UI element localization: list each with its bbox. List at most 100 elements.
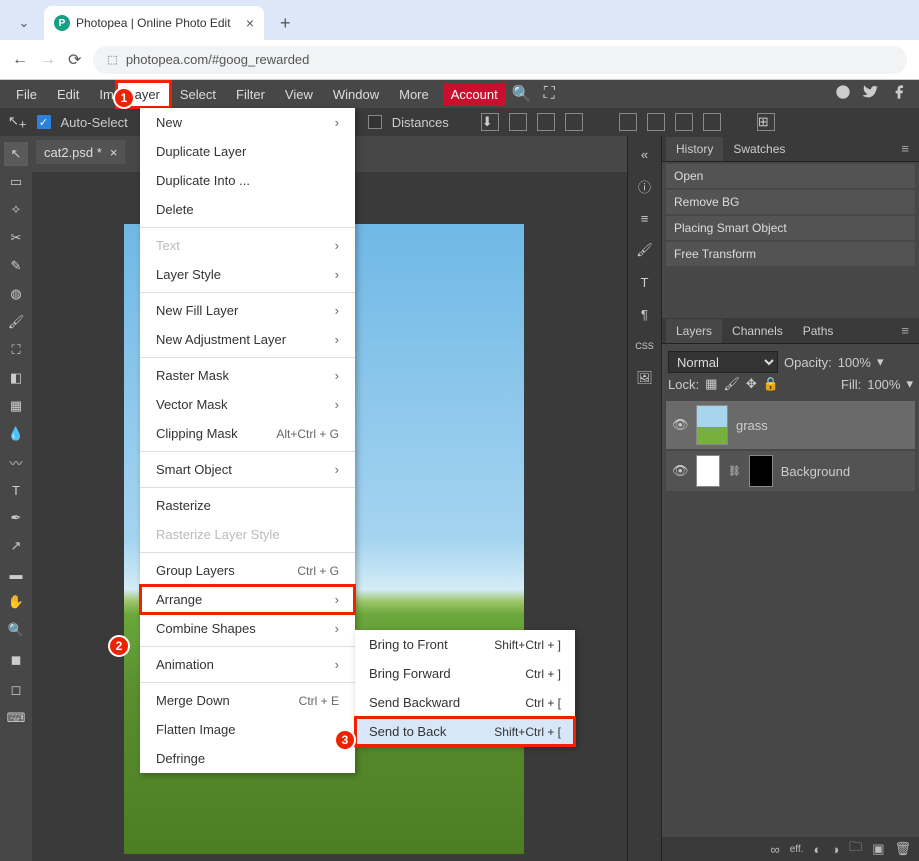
menu-defringe[interactable]: Defringe	[140, 744, 355, 773]
dropdown-icon[interactable]: ▾	[906, 376, 913, 392]
layer-name[interactable]: Background	[781, 464, 850, 479]
spacing-icon[interactable]	[703, 113, 721, 131]
menu-new[interactable]: New›	[140, 108, 355, 137]
menu-clipping-mask[interactable]: Clipping MaskAlt+Ctrl + G	[140, 419, 355, 448]
search-icon[interactable]: 🔍	[506, 84, 538, 104]
css-icon[interactable]: CSS	[633, 334, 657, 358]
folder-icon[interactable]: 🗀	[849, 838, 862, 860]
gradient-tool[interactable]: ▦	[4, 394, 28, 418]
tab-layers[interactable]: Layers	[666, 319, 722, 343]
menu-duplicate-layer[interactable]: Duplicate Layer	[140, 137, 355, 166]
collapse-icon[interactable]: «	[633, 142, 657, 166]
menu-file[interactable]: File	[6, 82, 47, 107]
history-item[interactable]: Open	[666, 164, 915, 188]
stamp-tool[interactable]: ⛶	[4, 338, 28, 362]
distribute-h-icon[interactable]	[619, 113, 637, 131]
distances-checkbox[interactable]	[368, 115, 382, 129]
trash-icon[interactable]: 🗑	[894, 841, 911, 857]
lock-transparent-icon[interactable]: ▦	[705, 376, 717, 392]
blend-mode-select[interactable]: Normal	[668, 351, 778, 373]
align-right-icon[interactable]	[565, 113, 583, 131]
brush-tool[interactable]: 🖌	[4, 310, 28, 334]
history-item[interactable]: Placing Smart Object	[666, 216, 915, 240]
tab-swatches[interactable]: Swatches	[723, 137, 795, 161]
forward-icon[interactable]: →	[40, 51, 56, 69]
opacity-value[interactable]: 100%	[838, 355, 871, 370]
menu-arrange[interactable]: Arrange›	[140, 585, 355, 614]
path-tool[interactable]: ↗	[4, 534, 28, 558]
close-tab-icon[interactable]: ×	[246, 15, 254, 31]
menu-bring-forward[interactable]: Bring ForwardCtrl + ]	[355, 659, 575, 688]
lock-all-icon[interactable]: 🔒	[763, 376, 779, 392]
marquee-tool[interactable]: ▭	[4, 170, 28, 194]
menu-new-adjustment[interactable]: New Adjustment Layer›	[140, 325, 355, 354]
layer-thumb[interactable]	[696, 405, 728, 445]
quickmask-tool[interactable]: ◻	[4, 678, 28, 702]
hand-tool[interactable]: ✋	[4, 590, 28, 614]
tab-paths[interactable]: Paths	[793, 319, 844, 343]
dropdown-icon[interactable]: ▾	[877, 354, 884, 370]
mask-icon[interactable]: ◐	[813, 842, 821, 857]
fill-value[interactable]: 100%	[867, 377, 900, 392]
menu-new-fill[interactable]: New Fill Layer›	[140, 296, 355, 325]
distribute-v-icon[interactable]	[647, 113, 665, 131]
panel-menu-icon[interactable]: ≡	[895, 323, 915, 338]
type-panel-icon[interactable]: T	[633, 270, 657, 294]
menu-animation[interactable]: Animation›	[140, 650, 355, 679]
menu-filter[interactable]: Filter	[226, 82, 275, 107]
color-swatch[interactable]: ◼	[4, 646, 28, 674]
tab-channels[interactable]: Channels	[722, 319, 793, 343]
fullscreen-icon[interactable]: ⛶	[538, 85, 561, 103]
menu-merge-down[interactable]: Merge DownCtrl + E	[140, 686, 355, 715]
settings-lines-icon[interactable]: ≡	[633, 206, 657, 230]
menu-vector-mask[interactable]: Vector Mask›	[140, 390, 355, 419]
menu-send-to-back[interactable]: Send to BackShift+Ctrl + [	[355, 717, 575, 746]
layer-row[interactable]: 👁 grass	[666, 401, 915, 449]
lock-paint-icon[interactable]: 🖌	[723, 376, 740, 392]
eyedropper-tool[interactable]: ✎	[4, 254, 28, 278]
wand-tool[interactable]: ✧	[4, 198, 28, 222]
menu-rasterize[interactable]: Rasterize	[140, 491, 355, 520]
adjustment-icon[interactable]: ◑	[831, 842, 839, 857]
brush-panel-icon[interactable]: 🖌	[633, 238, 657, 262]
reddit-icon[interactable]	[829, 84, 857, 105]
menu-send-backward[interactable]: Send BackwardCtrl + [	[355, 688, 575, 717]
download-icon[interactable]: ⬇	[481, 113, 499, 131]
screen-mode-tool[interactable]: ⌨	[4, 706, 28, 730]
chevron-down-icon[interactable]: ⌄	[10, 9, 38, 37]
close-doc-icon[interactable]: ×	[110, 145, 118, 160]
reload-icon[interactable]: ⟳	[68, 50, 81, 70]
menu-combine-shapes[interactable]: Combine Shapes›	[140, 614, 355, 643]
menu-smart-object[interactable]: Smart Object›	[140, 455, 355, 484]
menu-flatten[interactable]: Flatten Image	[140, 715, 355, 744]
grid-icon[interactable]: ⊞	[757, 113, 775, 131]
browser-tab[interactable]: P Photopea | Online Photo Edit ×	[44, 6, 264, 40]
twitter-icon[interactable]	[857, 84, 885, 105]
menu-view[interactable]: View	[275, 82, 323, 107]
menu-layer-style[interactable]: Layer Style›	[140, 260, 355, 289]
tab-history[interactable]: History	[666, 137, 723, 161]
image-icon[interactable]: 🖼	[633, 366, 657, 390]
lock-move-icon[interactable]: ✥	[746, 376, 757, 392]
site-info-icon[interactable]: ⬚	[107, 53, 117, 66]
menu-more[interactable]: More	[389, 82, 439, 107]
link-layer-icon[interactable]: ∞	[770, 842, 779, 857]
menu-select[interactable]: Select	[170, 82, 226, 107]
history-item[interactable]: Remove BG	[666, 190, 915, 214]
paragraph-icon[interactable]: ¶	[633, 302, 657, 326]
shape-tool[interactable]: ▬	[4, 562, 28, 586]
document-tab[interactable]: cat2.psd * ×	[36, 140, 125, 164]
menu-bring-to-front[interactable]: Bring to FrontShift+Ctrl + ]	[355, 630, 575, 659]
heal-tool[interactable]: ◍	[4, 282, 28, 306]
layer-thumb[interactable]	[696, 455, 720, 487]
visibility-icon[interactable]: 👁	[672, 463, 688, 479]
menu-account[interactable]: Account	[443, 83, 506, 106]
menu-raster-mask[interactable]: Raster Mask›	[140, 361, 355, 390]
menu-group-layers[interactable]: Group LayersCtrl + G	[140, 556, 355, 585]
pen-tool[interactable]: ✒	[4, 506, 28, 530]
layer-row[interactable]: 👁 ⛓ Background	[666, 451, 915, 491]
visibility-icon[interactable]: 👁	[672, 417, 688, 433]
url-input[interactable]: ⬚ photopea.com/#goog_rewarded	[93, 46, 907, 74]
menu-edit[interactable]: Edit	[47, 82, 89, 107]
blur-tool[interactable]: 💧	[4, 422, 28, 446]
